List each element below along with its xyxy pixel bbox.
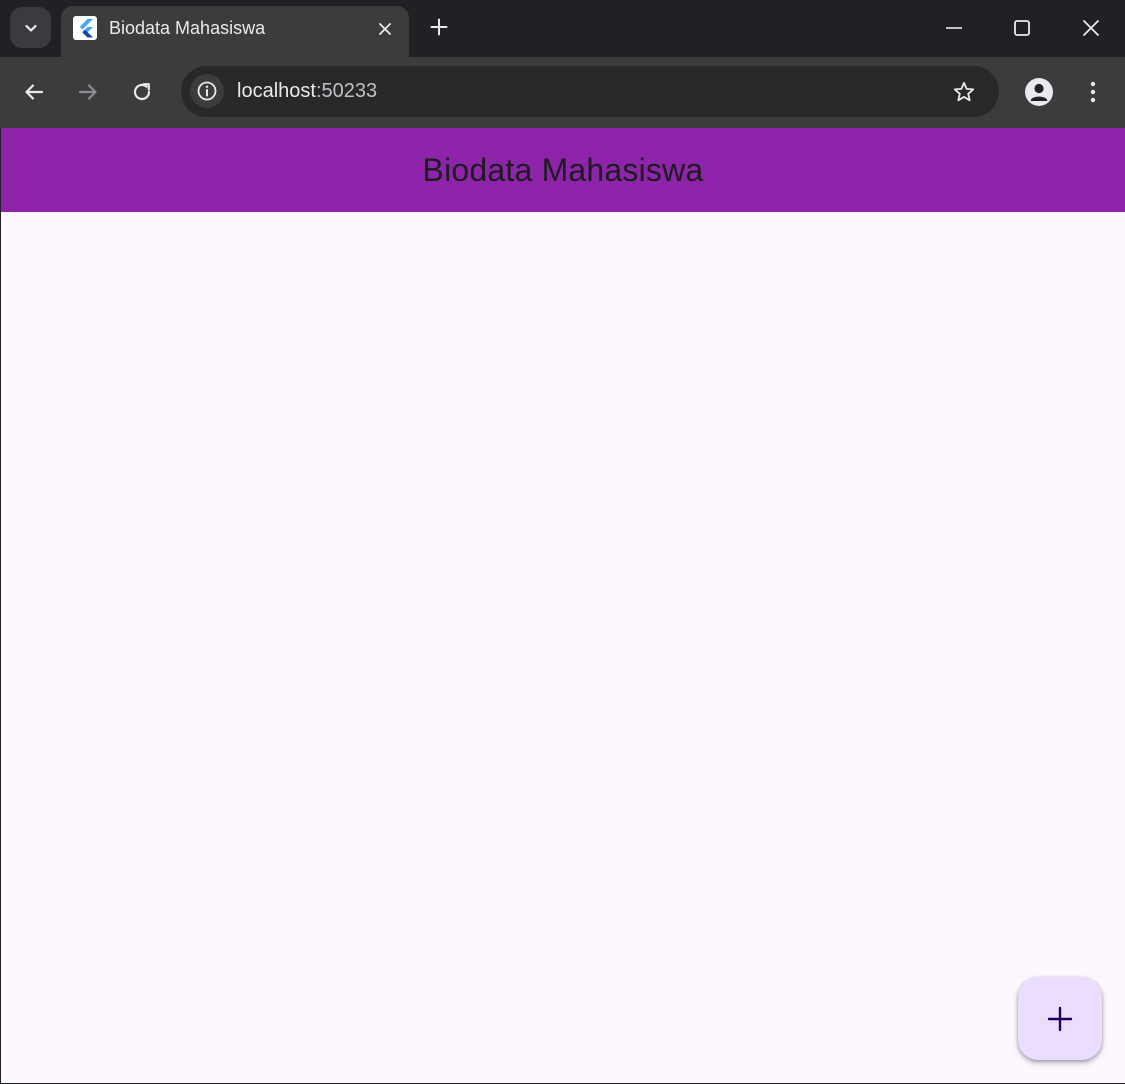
maximize-icon [1014, 20, 1030, 36]
url-host: localhost [237, 80, 316, 102]
close-icon [379, 23, 391, 35]
tab-active[interactable]: Biodata Mahasiswa [61, 6, 409, 57]
window-minimize-button[interactable] [938, 12, 970, 44]
close-icon [1083, 20, 1099, 36]
window-close-button[interactable] [1075, 12, 1107, 44]
arrow-left-icon [25, 84, 44, 100]
app-bar: Biodata Mahasiswa [1, 128, 1125, 212]
browser-window: Biodata Mahasiswa localhost:50233 Biodat… [0, 0, 1125, 1084]
tab-search-button[interactable] [10, 7, 51, 48]
site-info-button[interactable] [190, 74, 224, 108]
address-bar[interactable]: localhost:50233 [181, 66, 999, 117]
browser-menu-button[interactable] [1079, 76, 1107, 108]
reload-button[interactable] [125, 75, 159, 109]
app-page: Biodata Mahasiswa [1, 128, 1125, 1083]
url-port: :50233 [315, 80, 378, 102]
add-button[interactable] [1018, 977, 1102, 1060]
new-tab-button[interactable] [425, 13, 453, 41]
bookmark-button[interactable] [949, 77, 979, 107]
add-icon [1047, 1006, 1073, 1031]
tab-strip: Biodata Mahasiswa [0, 0, 1125, 57]
page-title: Biodata Mahasiswa [422, 151, 704, 188]
profile-button[interactable] [1023, 76, 1055, 108]
url-text: localhost:50233 [237, 80, 377, 103]
plus-icon [430, 18, 448, 36]
minimize-icon [946, 27, 962, 29]
reload-icon [133, 83, 151, 101]
flutter-favicon-icon [73, 16, 97, 40]
back-button[interactable] [17, 75, 51, 109]
forward-button[interactable] [71, 75, 105, 109]
browser-toolbar: localhost:50233 [0, 57, 1125, 128]
info-icon [197, 81, 217, 101]
tab-title: Biodata Mahasiswa [109, 18, 266, 38]
chevron-down-icon [24, 24, 37, 32]
window-maximize-button[interactable] [1006, 12, 1038, 44]
star-icon [953, 81, 975, 102]
avatar-icon [1025, 78, 1053, 106]
tab-close-button[interactable] [373, 17, 397, 41]
arrow-right-icon [78, 84, 97, 100]
more-vertical-icon [1090, 81, 1096, 103]
